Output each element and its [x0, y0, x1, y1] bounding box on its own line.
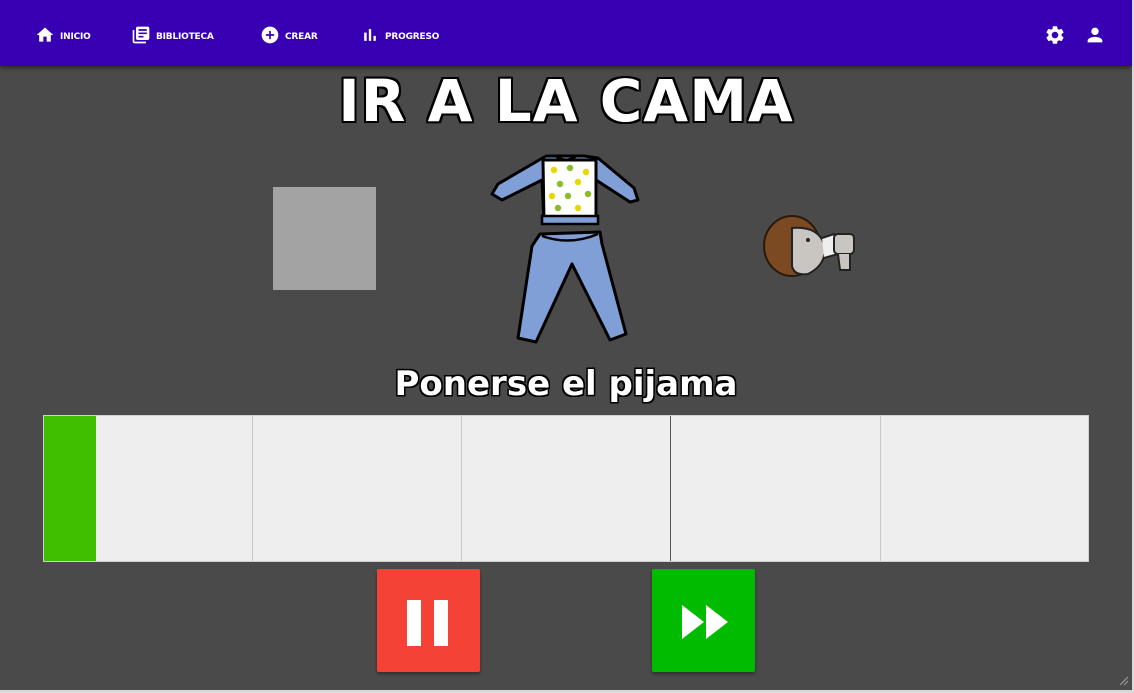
settings-icon	[1046, 26, 1064, 44]
progress-divider	[670, 416, 671, 561]
progress-divider	[252, 416, 253, 561]
add-circle-icon	[261, 26, 279, 44]
step-progress-bar	[43, 415, 1089, 562]
pause-button[interactable]	[377, 569, 480, 672]
nav-inicio[interactable]: Inicio	[35, 23, 91, 47]
pause-icon	[407, 600, 448, 646]
bar-chart-icon	[364, 29, 376, 41]
nav-biblioteca-label: Biblioteca	[156, 27, 214, 42]
nav-progreso-label: Progreso	[385, 27, 440, 42]
progress-divider	[880, 416, 881, 561]
library-icon	[132, 26, 150, 44]
previous-step-placeholder	[273, 187, 376, 290]
current-step-label: Ponerse el pijama	[394, 364, 738, 404]
top-navbar: Inicio Biblioteca Crear Progreso	[0, 0, 1132, 66]
skip-button[interactable]	[652, 569, 755, 672]
nav-biblioteca[interactable]: Biblioteca	[131, 23, 214, 47]
account-icon	[1087, 27, 1103, 43]
nav-progreso[interactable]: Progreso	[360, 23, 439, 47]
home-icon	[36, 27, 54, 42]
child-drinking-illustration	[763, 215, 855, 277]
progress-divider	[461, 416, 462, 561]
fast-forward-icon	[682, 605, 728, 639]
progress-fill	[44, 416, 97, 561]
nav-crear-label: Crear	[285, 27, 318, 42]
settings-button[interactable]	[1044, 24, 1066, 46]
pajama-illustration	[490, 154, 640, 344]
nav-inicio-label: Inicio	[60, 27, 91, 42]
nav-crear[interactable]: Crear	[260, 23, 318, 47]
account-button[interactable]	[1084, 24, 1106, 46]
app-window: Inicio Biblioteca Crear Progreso IR A LA…	[0, 0, 1134, 693]
routine-title: IR A LA CAMA	[338, 67, 794, 135]
resize-grip-icon[interactable]	[1117, 674, 1129, 686]
